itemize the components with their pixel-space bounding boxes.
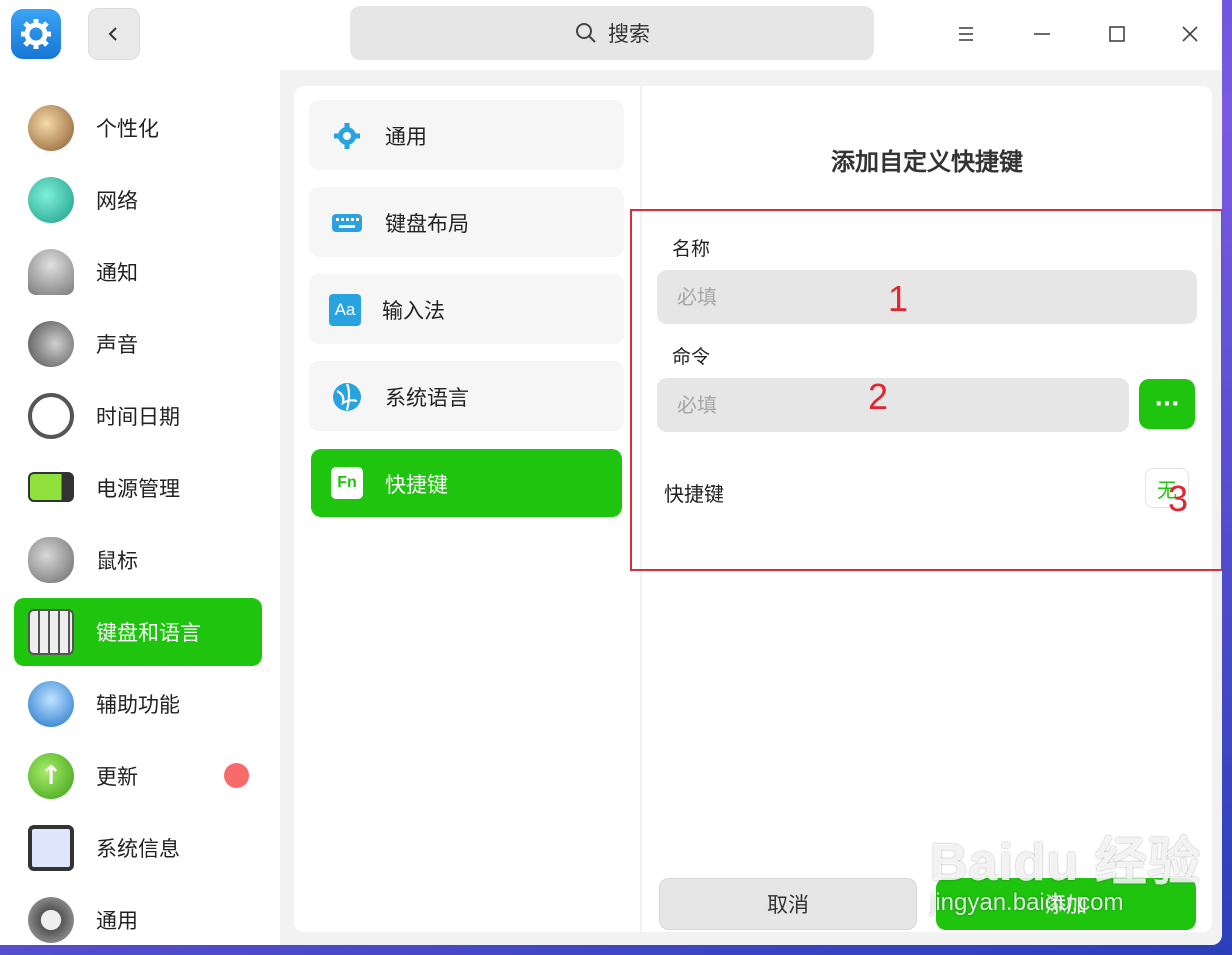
sidebar-item-label: 键盘和语言 [96, 621, 201, 645]
sidebar-item-personalization[interactable]: 个性化 [14, 94, 262, 162]
cancel-button[interactable]: 取消 [659, 878, 917, 930]
accessibility-icon [28, 681, 74, 727]
menu-button[interactable] [946, 14, 986, 54]
submenu-panel: 通用 键盘布局 Aa 输入法 系统语言 Fn 快捷键 [294, 86, 640, 932]
minimize-button[interactable] [1022, 14, 1062, 54]
sidebar-item-label: 系统信息 [96, 837, 180, 861]
submenu-item-keyboard-layout[interactable]: 键盘布局 [309, 187, 624, 257]
sidebar-item-system-info[interactable]: 系统信息 [14, 814, 262, 882]
submenu-item-label: 快捷键 [385, 473, 448, 497]
sidebar-item-power[interactable]: 电源管理 [14, 454, 262, 522]
update-badge [224, 763, 249, 788]
language-globe-icon [333, 383, 361, 411]
keyboard-icon [332, 214, 362, 232]
input-method-icon: Aa [329, 294, 361, 326]
search-placeholder: 搜索 [608, 22, 650, 46]
sidebar-item-label: 电源管理 [96, 477, 180, 501]
sidebar-item-label: 个性化 [96, 117, 159, 141]
annotation-number: 3 [1168, 478, 1189, 519]
system-info-icon [28, 825, 74, 871]
sidebar-item-notification[interactable]: 通知 [14, 238, 262, 306]
close-button[interactable] [1170, 14, 1210, 54]
submenu-item-label: 键盘布局 [385, 212, 469, 236]
fn-key-icon: Fn [331, 467, 363, 499]
baidu-watermark: Baidu 经验 jingyan.baidu.com [930, 820, 1201, 917]
sidebar-item-label: 辅助功能 [96, 693, 180, 717]
maximize-icon [1109, 26, 1125, 42]
sidebar: 个性化 网络 通知 声音 时间日期 电源管理 鼠标 键盘和语言 辅助功能 ↑ 更… [0, 70, 280, 945]
sidebar-item-sound[interactable]: 声音 [14, 310, 262, 378]
sidebar-item-network[interactable]: 网络 [14, 166, 262, 234]
speaker-icon [28, 321, 74, 367]
maximize-button[interactable] [1097, 14, 1137, 54]
annotation-number: 2 [868, 376, 889, 417]
sidebar-item-label: 更新 [96, 765, 138, 789]
submenu-item-label: 输入法 [382, 299, 445, 323]
clock-icon [28, 393, 74, 439]
annotation-number: 1 [888, 278, 909, 319]
hamburger-icon [959, 27, 973, 41]
sidebar-item-label: 时间日期 [96, 405, 180, 429]
submenu-item-input-method[interactable]: Aa 输入法 [309, 274, 624, 344]
update-arrow-icon: ↑ [28, 753, 74, 799]
sidebar-item-update[interactable]: ↑ 更新 [14, 742, 262, 810]
sidebar-item-label: 通用 [96, 909, 138, 933]
close-icon [1182, 26, 1198, 42]
submenu-item-label: 系统语言 [385, 386, 469, 410]
palette-icon [28, 105, 74, 151]
submenu-item-system-language[interactable]: 系统语言 [309, 361, 624, 431]
sidebar-item-mouse[interactable]: 鼠标 [14, 526, 262, 594]
titlebar: 搜索 [0, 0, 1222, 70]
watermark-logo: Baidu 经验 [930, 834, 1201, 892]
chevron-left-icon [108, 27, 117, 41]
mouse-icon [28, 537, 74, 583]
gear-icon [334, 123, 360, 149]
sidebar-item-general[interactable]: 通用 [14, 886, 262, 945]
panel-title: 添加自定义快捷键 [831, 148, 1023, 176]
network-globe-icon [28, 177, 74, 223]
gear-icon [28, 897, 74, 943]
sidebar-item-datetime[interactable]: 时间日期 [14, 382, 262, 450]
annotation-box [630, 209, 1222, 571]
submenu-item-general[interactable]: 通用 [309, 100, 624, 170]
keyboard-icon [28, 609, 74, 655]
search-icon [576, 23, 596, 43]
back-button[interactable] [88, 8, 140, 60]
submenu-item-shortcuts[interactable]: Fn 快捷键 [311, 449, 622, 517]
control-center-logo-icon [11, 9, 61, 59]
settings-window: 搜索 个性化 网络 通知 声音 时间日期 电源管理 鼠标 键盘和语言 辅助功能 … [0, 0, 1222, 945]
sidebar-item-label: 通知 [96, 261, 138, 285]
sidebar-item-label: 网络 [96, 189, 138, 213]
submenu-item-label: 通用 [385, 125, 427, 149]
search-input[interactable]: 搜索 [350, 6, 874, 60]
sidebar-item-label: 鼠标 [96, 549, 138, 573]
minimize-icon [1034, 33, 1050, 35]
bell-icon [28, 249, 74, 295]
battery-icon [28, 472, 74, 502]
sidebar-item-label: 声音 [96, 333, 138, 357]
sidebar-item-accessibility[interactable]: 辅助功能 [14, 670, 262, 738]
sidebar-item-keyboard-language[interactable]: 键盘和语言 [14, 598, 262, 666]
